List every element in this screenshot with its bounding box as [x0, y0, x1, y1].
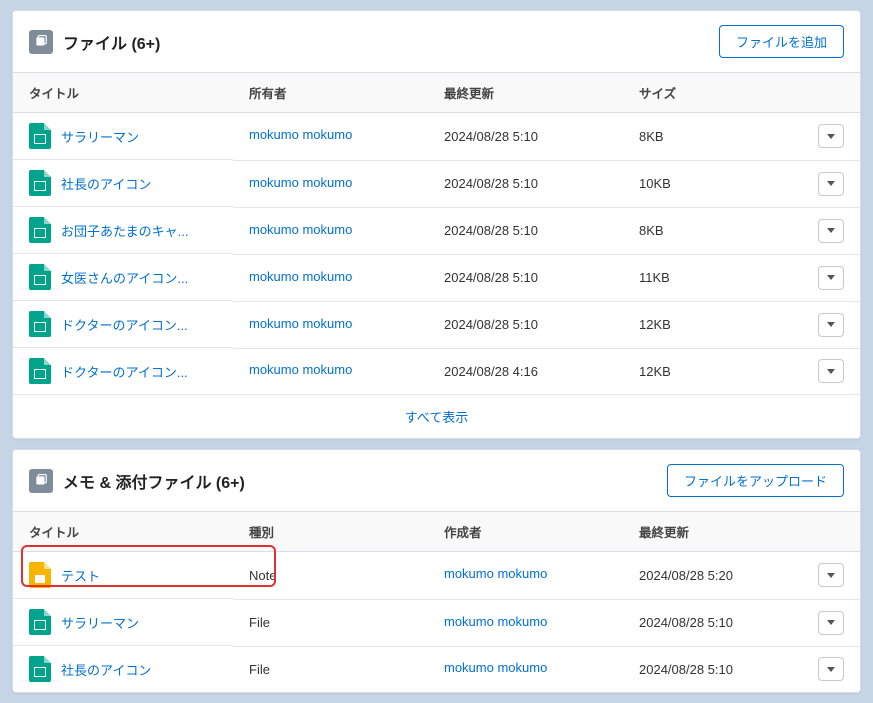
- row-action-button[interactable]: [818, 611, 844, 635]
- image-file-icon: [29, 217, 51, 243]
- table-row: 女医さんのアイコン... mokumo mokumo 2024/08/28 5:…: [13, 254, 860, 301]
- updated-text: 2024/08/28 5:10: [444, 176, 538, 191]
- files-col-title: タイトル: [13, 73, 233, 113]
- files-col-size: サイズ: [623, 73, 802, 113]
- table-row: ドクターのアイコン... mokumo mokumo 2024/08/28 5:…: [13, 301, 860, 348]
- row-action-button[interactable]: [818, 359, 844, 383]
- row-action-button[interactable]: [818, 313, 844, 337]
- image-file-icon: [29, 609, 51, 635]
- note-title-link[interactable]: 社長のアイコン: [61, 660, 151, 679]
- show-all-link[interactable]: すべて表示: [405, 410, 469, 425]
- table-row: お団子あたまのキャ... mokumo mokumo 2024/08/28 5:…: [13, 207, 860, 254]
- size-text: 8KB: [639, 129, 664, 144]
- row-action-button[interactable]: [818, 563, 844, 587]
- updated-text: 2024/08/28 5:10: [639, 662, 733, 677]
- files-icon: [29, 30, 53, 54]
- row-action-button[interactable]: [818, 219, 844, 243]
- creator-link[interactable]: mokumo mokumo: [444, 614, 547, 629]
- owner-link[interactable]: mokumo mokumo: [249, 362, 352, 377]
- chevron-down-icon: [827, 181, 835, 186]
- table-row: ドクターのアイコン... mokumo mokumo 2024/08/28 4:…: [13, 348, 860, 394]
- updated-text: 2024/08/28 5:10: [444, 129, 538, 144]
- notes-title-wrap: メモ & 添付ファイル (6+): [29, 469, 245, 493]
- image-file-icon: [29, 358, 51, 384]
- size-text: 12KB: [639, 364, 671, 379]
- row-action-button[interactable]: [818, 124, 844, 148]
- size-text: 8KB: [639, 223, 664, 238]
- notes-col-type: 種別: [233, 512, 428, 552]
- chevron-down-icon: [827, 322, 835, 327]
- image-file-icon: [29, 264, 51, 290]
- note-file-icon: [29, 562, 51, 588]
- note-title-link[interactable]: サラリーマン: [61, 613, 139, 632]
- notes-icon: [29, 469, 53, 493]
- files-col-actions: [802, 73, 860, 113]
- size-text: 10KB: [639, 176, 671, 191]
- notes-panel: メモ & 添付ファイル (6+) ファイルをアップロード タイトル 種別 作成者…: [12, 449, 861, 693]
- chevron-down-icon: [827, 620, 835, 625]
- table-row: サラリーマン mokumo mokumo 2024/08/28 5:10 8KB: [13, 113, 860, 161]
- file-title-link[interactable]: ドクターのアイコン...: [61, 315, 188, 334]
- notes-table: タイトル 種別 作成者 最終更新 テスト Note mokumo mokumo …: [13, 512, 860, 692]
- image-file-icon: [29, 123, 51, 149]
- notes-col-updated: 最終更新: [623, 512, 802, 552]
- chevron-down-icon: [827, 667, 835, 672]
- files-table: タイトル 所有者 最終更新 サイズ サラリーマン mokumo mokumo 2…: [13, 73, 860, 394]
- type-text: File: [249, 615, 270, 630]
- file-title-link[interactable]: 女医さんのアイコン...: [61, 268, 188, 287]
- owner-link[interactable]: mokumo mokumo: [249, 127, 352, 142]
- file-title-link[interactable]: 社長のアイコン: [61, 174, 151, 193]
- chevron-down-icon: [827, 275, 835, 280]
- note-title-link[interactable]: テスト: [61, 566, 100, 585]
- files-panel: ファイル (6+) ファイルを追加 タイトル 所有者 最終更新 サイズ サラリー…: [12, 10, 861, 439]
- row-action-button[interactable]: [818, 657, 844, 681]
- files-panel-header: ファイル (6+) ファイルを追加: [13, 11, 860, 73]
- notes-col-creator: 作成者: [428, 512, 623, 552]
- image-file-icon: [29, 311, 51, 337]
- chevron-down-icon: [827, 134, 835, 139]
- updated-text: 2024/08/28 5:10: [444, 223, 538, 238]
- file-title-link[interactable]: お団子あたまのキャ...: [61, 221, 188, 240]
- notes-col-actions: [802, 512, 860, 552]
- image-file-icon: [29, 656, 51, 682]
- files-title: ファイル (6+): [63, 30, 160, 54]
- updated-text: 2024/08/28 4:16: [444, 364, 538, 379]
- upload-file-button[interactable]: ファイルをアップロード: [667, 464, 844, 497]
- size-text: 11KB: [639, 270, 670, 285]
- updated-text: 2024/08/28 5:10: [444, 317, 538, 332]
- file-title-link[interactable]: サラリーマン: [61, 127, 139, 146]
- type-text: Note: [249, 568, 276, 583]
- updated-text: 2024/08/28 5:20: [639, 568, 733, 583]
- chevron-down-icon: [827, 369, 835, 374]
- updated-text: 2024/08/28 5:10: [639, 615, 733, 630]
- table-row: 社長のアイコン File mokumo mokumo 2024/08/28 5:…: [13, 646, 860, 692]
- type-text: File: [249, 662, 270, 677]
- row-action-button[interactable]: [818, 266, 844, 290]
- owner-link[interactable]: mokumo mokumo: [249, 316, 352, 331]
- row-action-button[interactable]: [818, 172, 844, 196]
- table-row: 社長のアイコン mokumo mokumo 2024/08/28 5:10 10…: [13, 160, 860, 207]
- chevron-down-icon: [827, 573, 835, 578]
- owner-link[interactable]: mokumo mokumo: [249, 222, 352, 237]
- file-title-link[interactable]: ドクターのアイコン...: [61, 362, 188, 381]
- updated-text: 2024/08/28 5:10: [444, 270, 538, 285]
- files-title-wrap: ファイル (6+): [29, 30, 160, 54]
- files-show-all-wrap: すべて表示: [13, 394, 860, 438]
- notes-col-title: タイトル: [13, 512, 233, 552]
- notes-panel-header: メモ & 添付ファイル (6+) ファイルをアップロード: [13, 450, 860, 512]
- files-col-updated: 最終更新: [428, 73, 623, 113]
- owner-link[interactable]: mokumo mokumo: [249, 269, 352, 284]
- size-text: 12KB: [639, 317, 671, 332]
- creator-link[interactable]: mokumo mokumo: [444, 660, 547, 675]
- files-col-owner: 所有者: [233, 73, 428, 113]
- owner-link[interactable]: mokumo mokumo: [249, 175, 352, 190]
- notes-title: メモ & 添付ファイル (6+): [63, 469, 245, 493]
- creator-link[interactable]: mokumo mokumo: [444, 566, 547, 581]
- table-row: テスト Note mokumo mokumo 2024/08/28 5:20: [13, 552, 860, 600]
- image-file-icon: [29, 170, 51, 196]
- add-file-button[interactable]: ファイルを追加: [719, 25, 844, 58]
- table-row: サラリーマン File mokumo mokumo 2024/08/28 5:1…: [13, 599, 860, 646]
- chevron-down-icon: [827, 228, 835, 233]
